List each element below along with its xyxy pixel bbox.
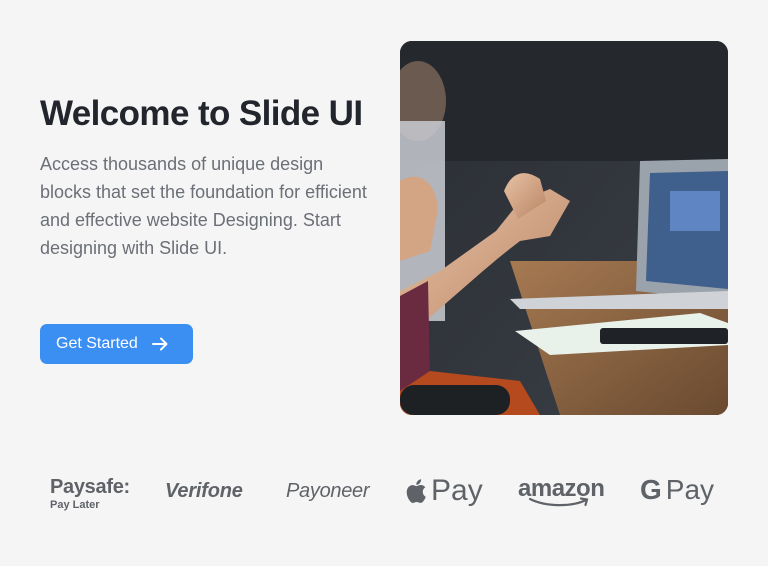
paysafe-logo-sub: Pay Later <box>50 499 100 511</box>
amazon-wordmark: amazon <box>518 475 605 502</box>
get-started-button[interactable]: Get Started <box>40 324 193 364</box>
google-pay-logo: G Pay <box>640 474 714 506</box>
google-pay-label: Pay <box>665 474 715 505</box>
hero-description: Access thousands of unique design blocks… <box>40 154 367 258</box>
apple-icon <box>406 479 426 503</box>
apple-pay-logo: Pay <box>405 474 483 508</box>
arrow-right-icon <box>151 337 168 351</box>
partner-logos: Paysafe: Pay Later Verifone Payoneer Pay… <box>0 466 768 522</box>
amazon-logo: amazon <box>518 475 605 507</box>
hero-text: Welcome to Slide UI Access thousands of … <box>40 92 380 262</box>
hero-image <box>400 41 728 415</box>
page-title: Welcome to Slide UI <box>40 94 363 133</box>
payoneer-logo: Payoneer <box>286 480 370 502</box>
paysafe-logo-main: Paysafe: <box>50 476 130 498</box>
apple-pay-label: Pay <box>431 474 483 507</box>
google-g-icon: G <box>640 474 662 505</box>
verifone-logo: Verifone <box>165 480 243 502</box>
paysafe-logo: Paysafe: Pay Later <box>50 476 130 511</box>
get-started-label: Get Started <box>56 335 138 352</box>
